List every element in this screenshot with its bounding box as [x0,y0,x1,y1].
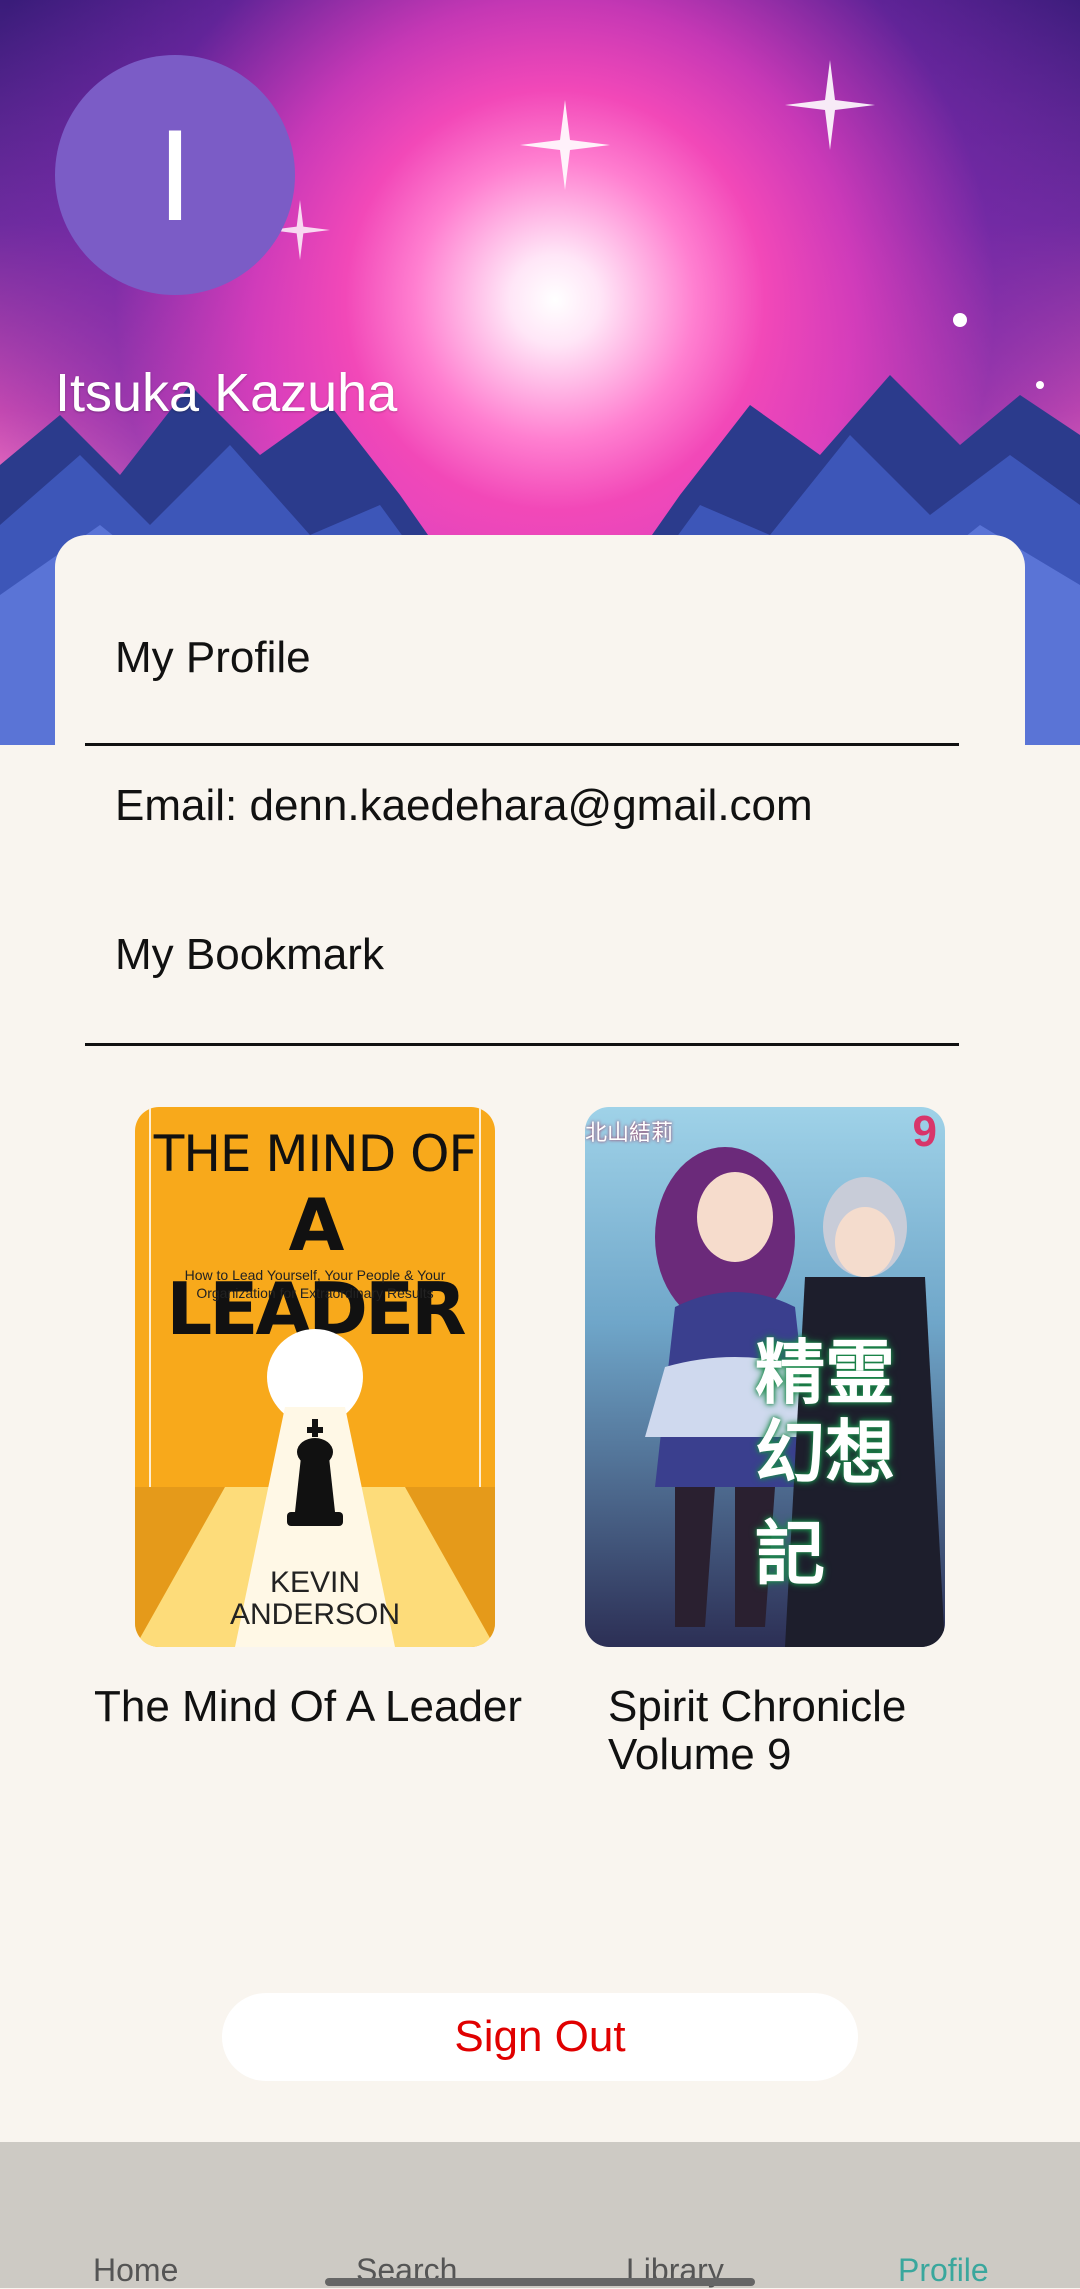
my-profile-heading: My Profile [115,633,311,682]
avatar[interactable]: I [55,55,295,295]
cover-author-line-2: ANDERSON [229,1598,401,1631]
divider [85,1043,959,1046]
home-indicator [325,2278,755,2286]
email-text: Email: denn.kaedehara@gmail.com [115,781,813,830]
cover-heading-line-1: THE MIND OF [153,1125,477,1183]
sparkle-icon [520,100,610,190]
sign-out-button[interactable]: Sign Out [222,1993,858,2081]
divider [85,743,959,746]
cover-volume-number: 9 [912,1107,937,1156]
cover-author-jp: 北山結莉 [585,1120,674,1145]
user-name: Itsuka Kazuha [55,363,398,423]
book-title[interactable]: Spirit Chronicle Volume 9 [608,1683,1028,1779]
cover-subtitle-line-2: Organization for Extraordinary Results [196,1285,434,1301]
book-cover[interactable]: 北山結莉 9 精霊 幻想記 [585,1107,945,1647]
cover-subtitle-line-1: How to Lead Yourself, Your People & Your [184,1267,446,1283]
bottom-navigation: Home Search Library Profile [0,2142,1080,2288]
cover-author-line-1: KEVIN [269,1566,361,1599]
my-bookmark-heading: My Bookmark [115,930,384,979]
bookmark-item[interactable]: 北山結莉 9 精霊 幻想記 [585,1107,945,1647]
nav-item-profile[interactable]: Profile [898,2252,989,2289]
cover-title-jp-line-2: 幻想記 [755,1414,895,1593]
book-cover[interactable]: THE MIND OF A LEADER How to Lead Yoursel… [135,1107,495,1647]
avatar-initial: I [156,102,194,248]
nav-item-home[interactable]: Home [93,2252,178,2289]
book-title[interactable]: The Mind Of A Leader [94,1683,522,1731]
bookmark-item[interactable]: THE MIND OF A LEADER How to Lead Yoursel… [135,1107,495,1647]
sparkle-icon [785,60,875,150]
